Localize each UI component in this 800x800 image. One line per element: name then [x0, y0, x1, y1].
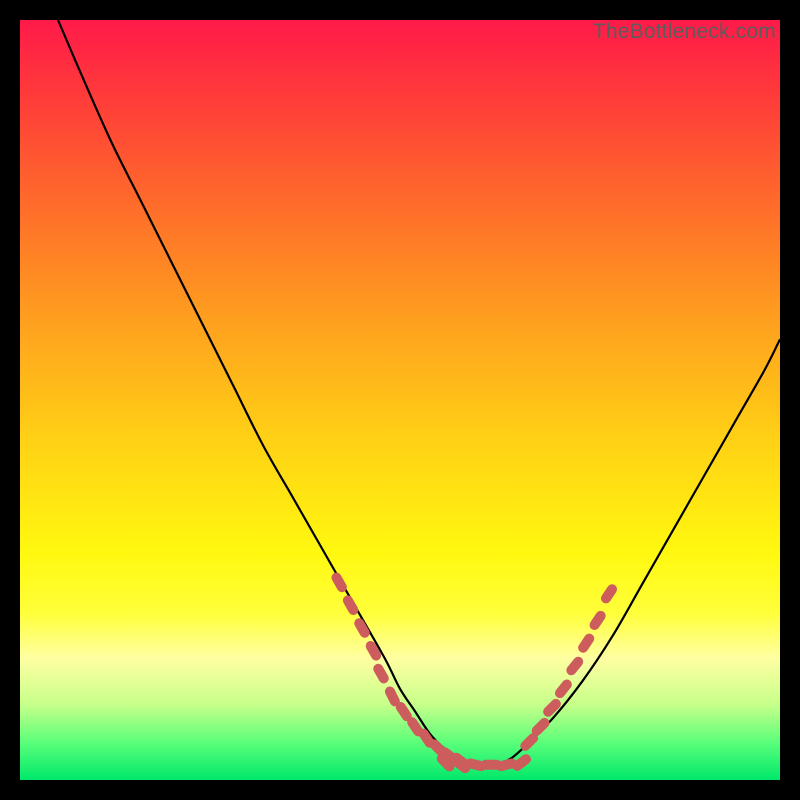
- chart-frame: TheBottleneck.com: [20, 20, 780, 780]
- gradient-background: [20, 20, 780, 780]
- watermark-text: TheBottleneck.com: [593, 20, 776, 44]
- chart-svg: [20, 20, 780, 780]
